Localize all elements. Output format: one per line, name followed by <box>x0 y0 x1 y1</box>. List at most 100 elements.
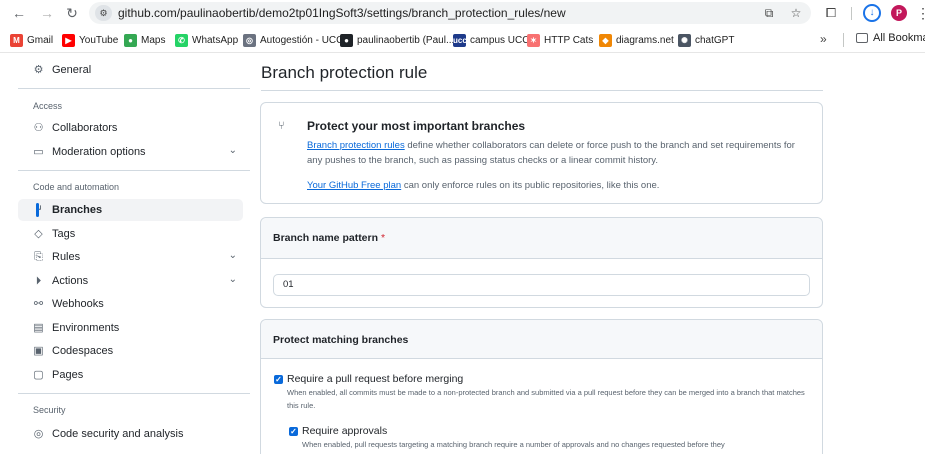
diagrams-icon: ◆ <box>599 33 612 47</box>
extensions-icon[interactable]: ⧠ <box>822 4 840 22</box>
sidebar-item-moderation[interactable]: ▭ Moderation options ⌄ <box>18 141 243 163</box>
install-app-icon[interactable]: ⧉ <box>761 5 777 21</box>
bookmark-item[interactable]: ✶ HTTP Cats <box>527 32 593 48</box>
sidebar-item-general[interactable]: ⚙ General <box>18 59 243 81</box>
sidebar-item-label: Pages <box>52 369 84 381</box>
bookmark-item[interactable]: ✺ chatGPT <box>678 32 734 48</box>
bookmark-label: chatGPT <box>695 34 735 46</box>
reload-icon[interactable]: ↻ <box>63 4 81 22</box>
sidebar-item-tags[interactable]: ◇ Tags <box>18 223 243 245</box>
codespaces-icon: ▣ <box>33 344 44 357</box>
sidebar-item-label: Moderation options <box>52 146 146 158</box>
bookmarks-divider <box>843 33 844 47</box>
bookmark-item[interactable]: ◎ Autogestión - UCC <box>243 32 343 48</box>
require-pr-checkbox[interactable]: ✓ <box>274 375 283 384</box>
address-bar[interactable]: ⚙ github.com/paulinaobertib/demo2tp01Ing… <box>89 2 811 24</box>
sidebar-heading-access: Access <box>33 101 63 111</box>
bookmark-label: campus UCC <box>470 34 530 46</box>
bookmark-label: HTTP Cats <box>544 34 594 46</box>
codescan-icon: ◎ <box>33 427 44 440</box>
branch-pattern-label-text: Branch name pattern <box>273 232 379 244</box>
sidebar-heading-code-automation: Code and automation <box>33 182 120 192</box>
sidebar-item-codespaces[interactable]: ▣ Codespaces <box>18 340 243 362</box>
gear-icon: ⚙ <box>33 63 44 76</box>
sidebar-item-actions[interactable]: ⏵ Actions ⌄ <box>18 270 243 292</box>
chevron-down-icon[interactable]: ⌄ <box>229 274 237 285</box>
page-title: Branch protection rule <box>261 63 428 82</box>
plan-text: can only enforce rules on its public rep… <box>401 180 660 191</box>
whatsapp-icon: ✆ <box>175 33 188 47</box>
bookmark-item[interactable]: ucc campus UCC <box>453 32 529 48</box>
sidebar-item-environments[interactable]: ▤ Environments <box>18 317 243 339</box>
bookmark-label: Maps <box>141 34 166 46</box>
sidebar-item-collaborators[interactable]: ⚇ Collaborators <box>18 117 243 139</box>
server-icon: ▤ <box>33 321 44 334</box>
github-icon: ● <box>340 33 353 47</box>
intro-description: Branch protection rules define whether c… <box>307 138 807 168</box>
bookmark-star-icon[interactable]: ☆ <box>788 5 804 21</box>
sidebar-item-branches[interactable]: ⑂ Branches <box>18 199 243 221</box>
back-icon[interactable]: ← <box>10 4 28 22</box>
branch-pattern-label: Branch name pattern * <box>273 232 385 244</box>
play-icon: ⏵ <box>35 274 42 287</box>
url-text[interactable]: github.com/paulinaobertib/demo2tp01IngSo… <box>118 6 566 20</box>
settings-sidebar: ⚙ General Access ⚇ Collaborators ▭ Moder… <box>0 54 250 454</box>
branch-name-pattern-input[interactable]: 01 <box>273 274 810 296</box>
sidebar-item-label: Tags <box>52 228 76 240</box>
bookmarks-bar: M Gmail ▶ YouTube ● Maps ✆ WhatsApp ◎ Autogestión… <box>0 27 925 53</box>
bookmark-label: YouTube <box>79 34 119 46</box>
protect-branches-box: Protect matching branches ✓ Require a pu… <box>260 319 823 454</box>
maps-icon: ● <box>124 33 137 47</box>
sidebar-item-code-security[interactable]: ◎ Code security and analysis <box>18 423 243 445</box>
bookmark-item[interactable]: ◆ diagrams.net <box>599 32 674 48</box>
bookmark-label: Autogestión - UCC <box>260 34 344 46</box>
browser-toolbar: ← → ↻ ⚙ github.com/paulinaobertib/demo2t… <box>0 0 925 27</box>
github-free-plan-link[interactable]: Your GitHub Free plan <box>307 180 401 191</box>
sidebar-item-label: Collaborators <box>52 122 118 134</box>
profile-avatar[interactable]: P <box>891 5 907 21</box>
bookmark-item[interactable]: M Gmail <box>10 32 53 48</box>
require-pr-label[interactable]: Require a pull request before merging <box>287 373 463 385</box>
chevron-down-icon[interactable]: ⌄ <box>229 145 237 156</box>
youtube-icon: ▶ <box>62 33 75 47</box>
download-icon[interactable]: ↓ <box>863 4 881 22</box>
bookmarks-overflow-button[interactable]: » <box>820 32 827 46</box>
repo-push-icon: ⎘ <box>34 250 43 263</box>
all-bookmarks-label: All Bookmarks <box>873 32 925 44</box>
bookmark-item[interactable]: ● paulinaobertib (Paul... <box>340 32 454 48</box>
protect-branches-heading: Protect matching branches <box>273 334 409 346</box>
sidebar-item-label: Environments <box>52 322 120 334</box>
bookmark-item[interactable]: ✆ WhatsApp <box>175 32 238 48</box>
intro-heading: Protect your most important branches <box>307 119 526 133</box>
folder-icon <box>856 33 868 43</box>
branch-protection-rules-link[interactable]: Branch protection rules <box>307 140 405 151</box>
all-bookmarks-button[interactable]: All Bookmarks <box>856 32 925 44</box>
chatgpt-icon: ✺ <box>678 33 691 47</box>
sidebar-item-pages[interactable]: ▢ Pages <box>18 364 243 386</box>
bookmark-label: WhatsApp <box>192 34 239 46</box>
protect-branches-header: Protect matching branches <box>261 320 822 359</box>
webhook-icon: ⚯ <box>33 297 44 310</box>
required-marker: * <box>380 232 386 244</box>
require-approvals-label[interactable]: Require approvals <box>302 425 387 437</box>
bookmark-item[interactable]: ● Maps <box>124 32 165 48</box>
sidebar-item-rules[interactable]: ⎘ Rules ⌄ <box>18 246 243 268</box>
bookmark-item[interactable]: ▶ YouTube <box>62 32 118 48</box>
require-approvals-checkbox[interactable]: ✓ <box>289 427 298 436</box>
sidebar-item-webhooks[interactable]: ⚯ Webhooks <box>18 293 243 315</box>
browser-menu-icon[interactable]: ⋮ <box>916 4 925 22</box>
sidebar-item-label: Actions <box>52 275 89 287</box>
ucc-icon: ◎ <box>243 33 256 47</box>
site-info-icon[interactable]: ⚙ <box>95 5 112 21</box>
sidebar-item-label: Webhooks <box>52 298 104 310</box>
people-icon: ⚇ <box>33 121 44 134</box>
forward-icon[interactable]: → <box>38 4 56 22</box>
active-indicator <box>36 203 39 217</box>
chevron-down-icon[interactable]: ⌄ <box>229 250 237 261</box>
http-cats-icon: ✶ <box>527 33 540 47</box>
campus-icon: ucc <box>453 33 467 47</box>
sidebar-divider <box>18 170 250 171</box>
bookmark-label: paulinaobertib (Paul... <box>357 34 455 46</box>
branch-pattern-box: Branch name pattern * 01 <box>260 217 823 308</box>
sidebar-divider <box>18 88 250 89</box>
